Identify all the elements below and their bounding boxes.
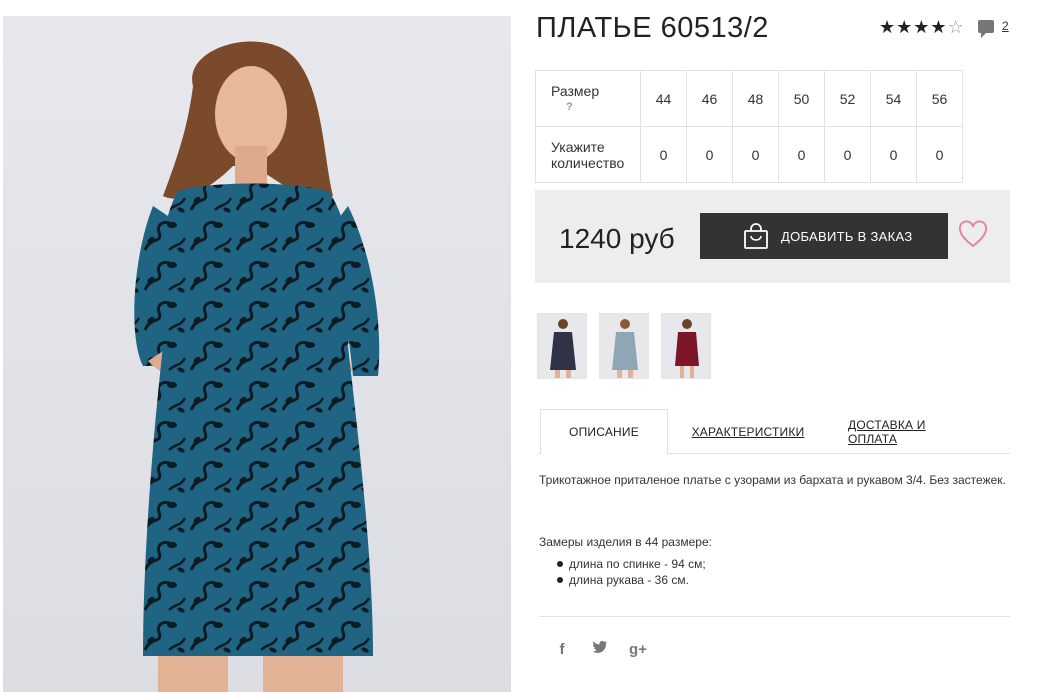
thumbnail-grey-dress[interactable] <box>599 313 649 379</box>
thumbnail-image <box>675 319 699 378</box>
size-row: Размер ? 44 46 48 50 52 54 56 <box>535 70 963 127</box>
tab-description[interactable]: ОПИСАНИЕ <box>540 409 668 455</box>
star-empty-icon[interactable]: ☆ <box>948 17 964 37</box>
size-label: Размер <box>551 82 600 99</box>
size-value: 44 <box>640 70 687 127</box>
product-main-photo[interactable] <box>3 16 511 692</box>
measure-item: длина по спинке - 94 см; <box>556 556 706 572</box>
thumbnail-dark-dress[interactable] <box>537 313 587 379</box>
quantity-input[interactable]: 0 <box>824 126 871 183</box>
size-quantity-table: Размер ? 44 46 48 50 52 54 56 Укажите ко… <box>535 70 963 183</box>
size-label-cell: Размер ? <box>535 70 641 127</box>
thumbnail-image <box>612 319 638 378</box>
quantity-input[interactable]: 0 <box>778 126 825 183</box>
measures-title: Замеры изделия в 44 размере: <box>539 535 712 549</box>
product-tabs: ОПИСАНИЕ ХАРАКТЕРИСТИКИ ДОСТАВКА И ОПЛАТ… <box>538 409 1010 455</box>
comment-bubble-icon <box>978 19 994 38</box>
comments-count[interactable]: 2 <box>1002 19 1009 33</box>
tab-delivery-payment[interactable]: ДОСТАВКА И ОПЛАТА <box>848 409 978 454</box>
thumbnail-burgundy-dress[interactable] <box>661 313 711 379</box>
star-full-icon[interactable]: ★ <box>913 17 929 37</box>
size-value: 56 <box>916 70 963 127</box>
size-value: 52 <box>824 70 871 127</box>
size-help-icon[interactable]: ? <box>551 99 640 115</box>
star-full-icon[interactable]: ★ <box>930 17 946 37</box>
price-bar: 1240 руб ДОБАВИТЬ В ЗАКАЗ <box>535 190 1010 283</box>
quantity-input[interactable]: 0 <box>640 126 687 183</box>
facebook-icon[interactable]: f <box>552 641 572 658</box>
thumbnail-image <box>550 319 576 378</box>
star-full-icon[interactable]: ★ <box>879 17 895 37</box>
quantity-row: Укажите количество 0 0 0 0 0 0 0 <box>535 126 963 183</box>
quantity-input[interactable]: 0 <box>686 126 733 183</box>
add-to-order-button[interactable]: ДОБАВИТЬ В ЗАКАЗ <box>700 213 948 259</box>
measures-list: длина по спинке - 94 см; длина рукава - … <box>556 556 706 588</box>
size-value: 50 <box>778 70 825 127</box>
divider <box>539 616 1010 617</box>
comments-link[interactable]: 2 <box>978 19 1009 38</box>
star-full-icon[interactable]: ★ <box>896 17 912 37</box>
quantity-input[interactable]: 0 <box>870 126 917 183</box>
size-value: 54 <box>870 70 917 127</box>
product-title: ПЛАТЬЕ 60513/2 <box>536 12 769 44</box>
size-value: 46 <box>686 70 733 127</box>
dress-model-illustration <box>134 41 380 692</box>
quantity-input[interactable]: 0 <box>916 126 963 183</box>
product-rating[interactable]: ★ ★ ★ ★ ☆ <box>879 17 964 37</box>
product-description: Трикотажное приталеное платье с узорами … <box>539 473 1006 487</box>
thumbnail-gallery <box>537 313 711 379</box>
shopping-bag-icon <box>743 222 769 250</box>
quantity-label: Укажите количество <box>535 126 641 183</box>
tab-characteristics[interactable]: ХАРАКТЕРИСТИКИ <box>688 409 808 454</box>
wishlist-heart-icon[interactable] <box>958 220 988 250</box>
twitter-icon[interactable] <box>590 640 610 658</box>
size-value: 48 <box>732 70 779 127</box>
measure-item: длина рукава - 36 см. <box>556 572 706 588</box>
product-price: 1240 руб <box>559 223 675 254</box>
google-plus-icon[interactable]: g+ <box>628 641 648 658</box>
add-to-order-label: ДОБАВИТЬ В ЗАКАЗ <box>781 228 913 244</box>
quantity-input[interactable]: 0 <box>732 126 779 183</box>
social-share: f g+ <box>552 640 648 658</box>
